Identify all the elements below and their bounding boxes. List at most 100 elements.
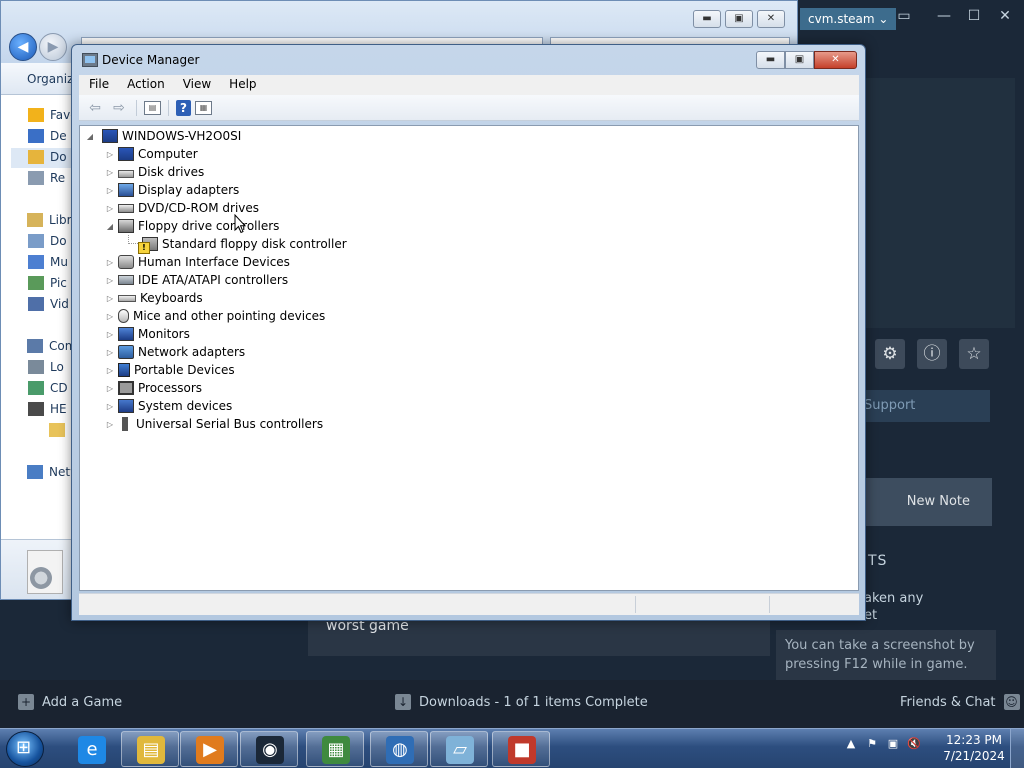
show-hidden-icons-icon[interactable]: ▲ <box>844 737 858 751</box>
start-button[interactable] <box>6 731 44 767</box>
menu-action[interactable]: Action <box>117 75 173 95</box>
taskbar-app-toolbox[interactable]: ■ <box>492 731 550 767</box>
action-center-flag-icon[interactable]: ⚑ <box>865 737 879 751</box>
tree-device[interactable]: Standard floppy disk controller <box>128 235 347 254</box>
sidebar-item[interactable]: Do <box>28 150 67 164</box>
taskbar-app-media-player[interactable]: ▶ <box>180 731 238 767</box>
sidebar-item[interactable]: CD <box>28 381 68 395</box>
sidebar-item[interactable]: Do <box>28 234 67 248</box>
collapse-arrow-icon[interactable]: ◢ <box>84 132 96 141</box>
tree-category[interactable]: ▷ Computer <box>104 145 198 163</box>
new-note-button[interactable]: New Note <box>862 478 992 526</box>
steam-username: cvm.steam <box>808 12 875 26</box>
sidebar-item[interactable]: Lo <box>28 360 64 374</box>
expand-arrow-icon[interactable]: ▷ <box>104 348 116 357</box>
network-icon[interactable]: ▣ <box>886 737 900 751</box>
tree-category-label: IDE ATA/ATAPI controllers <box>138 273 289 287</box>
support-button[interactable]: Support <box>862 390 990 422</box>
menu-help[interactable]: Help <box>219 75 264 95</box>
taskbar-app-file-explorer[interactable]: ▤ <box>121 731 179 767</box>
tree-category[interactable]: ▷ Mice and other pointing devices <box>104 307 325 325</box>
forward-arrow-icon[interactable]: ▶ <box>39 33 67 61</box>
info-icon[interactable]: ⓘ <box>917 339 947 369</box>
tree-category[interactable]: ▷ Keyboards <box>104 289 203 307</box>
taskbar-app-system-monitor[interactable]: ▦ <box>306 731 364 767</box>
taskbar-app-browser-globe[interactable]: ◍ <box>370 731 428 767</box>
expand-arrow-icon[interactable]: ▷ <box>104 150 116 159</box>
steam-minimize-button[interactable]: — <box>934 8 954 24</box>
maximize-button[interactable]: ▣ <box>785 51 814 69</box>
status-bar <box>79 593 859 615</box>
sidebar-item[interactable]: Re <box>28 171 65 185</box>
sidebar-item-label: Vid <box>50 297 69 311</box>
sidebar-item[interactable]: De <box>28 129 67 143</box>
steam-maximize-button[interactable]: ☐ <box>964 8 984 24</box>
tree-category[interactable]: ▷ Network adapters <box>104 343 245 361</box>
taskbar-app-internet-explorer[interactable]: e <box>62 731 120 767</box>
sidebar-item[interactable] <box>49 423 71 437</box>
tree-category-label: Computer <box>138 147 198 161</box>
explorer-close-button[interactable]: ✕ <box>757 10 785 28</box>
properties-icon[interactable]: ▦ <box>195 100 212 115</box>
tree-category[interactable]: ▷ Display adapters <box>104 181 239 199</box>
sidebar-item[interactable]: Com <box>27 339 76 353</box>
tree-category[interactable]: ▷ System devices <box>104 397 232 415</box>
expand-arrow-icon[interactable]: ▷ <box>104 402 116 411</box>
expand-arrow-icon[interactable]: ▷ <box>104 276 116 285</box>
steam-close-button[interactable]: ✕ <box>995 8 1015 24</box>
forward-arrow-icon[interactable]: ⇨ <box>109 99 129 117</box>
tree-category[interactable]: ◢ Floppy drive controllers <box>104 217 279 235</box>
minimize-button[interactable]: ▬ <box>756 51 785 69</box>
documents-icon <box>28 234 44 248</box>
help-icon[interactable]: ? <box>176 99 191 116</box>
expand-arrow-icon[interactable]: ▷ <box>104 204 116 213</box>
explorer-minimize-button[interactable]: ▬ <box>693 10 721 28</box>
menu-file[interactable]: File <box>79 75 117 95</box>
sidebar-item[interactable]: HE <box>28 402 67 416</box>
friends-chat-button[interactable]: Friends & Chat ☺ <box>900 694 1020 710</box>
expand-arrow-icon[interactable]: ▷ <box>104 420 116 429</box>
expand-arrow-icon[interactable]: ▷ <box>104 186 116 195</box>
tree-category[interactable]: ▷ Disk drives <box>104 163 204 181</box>
volume-muted-icon[interactable]: 🔇 <box>907 737 921 751</box>
clock[interactable]: 12:23 PM 7/21/2024 <box>942 732 1006 764</box>
screenshots-empty-text: aken any et <box>864 590 984 624</box>
downloads-status[interactable]: ↓ Downloads - 1 of 1 items Complete <box>395 694 648 710</box>
sidebar-item[interactable]: Pic <box>28 276 67 290</box>
back-arrow-icon[interactable]: ◀ <box>9 33 37 61</box>
add-game-button[interactable]: + Add a Game <box>18 694 122 710</box>
tree-root[interactable]: ◢ WINDOWS-VH2O0SI <box>84 127 241 145</box>
tree-category[interactable]: ▷ Monitors <box>104 325 190 343</box>
tree-category[interactable]: ▷ Processors <box>104 379 202 397</box>
star-icon[interactable]: ☆ <box>959 339 989 369</box>
tree-category[interactable]: ▷ IDE ATA/ATAPI controllers <box>104 271 288 289</box>
steam-account-menu[interactable]: cvm.steam ⌄ <box>800 8 897 30</box>
sidebar-item[interactable]: Vid <box>28 297 69 311</box>
back-arrow-icon[interactable]: ⇦ <box>85 99 105 117</box>
expand-arrow-icon[interactable]: ▷ <box>104 258 116 267</box>
steam-bottom-bar: + Add a Game ↓ Downloads - 1 of 1 items … <box>0 680 1024 728</box>
show-hide-console-tree-icon[interactable]: ▤ <box>144 100 161 115</box>
gear-icon[interactable]: ⚙ <box>875 339 905 369</box>
expand-arrow-icon[interactable]: ▷ <box>104 168 116 177</box>
expand-arrow-icon[interactable]: ▷ <box>104 294 116 303</box>
tree-category[interactable]: ▷ Universal Serial Bus controllers <box>104 415 323 433</box>
expand-arrow-icon[interactable]: ▷ <box>104 312 116 321</box>
collapse-arrow-icon[interactable]: ◢ <box>104 222 116 231</box>
sidebar-item-label: Re <box>50 171 66 185</box>
sidebar-item[interactable]: Mu <box>28 255 68 269</box>
expand-arrow-icon[interactable]: ▷ <box>104 366 116 375</box>
device-manager-titlebar[interactable]: Device Manager ▬ ▣ ✕ <box>72 45 865 75</box>
expand-arrow-icon[interactable]: ▷ <box>104 330 116 339</box>
big-picture-icon[interactable]: ▭ <box>894 8 914 24</box>
close-button[interactable]: ✕ <box>814 51 857 69</box>
taskbar-app-steam[interactable]: ◉ <box>240 731 298 767</box>
tree-category[interactable]: ▷ Portable Devices <box>104 361 235 379</box>
taskbar-app-notepad[interactable]: ▱ <box>430 731 488 767</box>
explorer-maximize-button[interactable]: ▣ <box>725 10 753 28</box>
sidebar-item-label: HE <box>50 402 67 416</box>
expand-arrow-icon[interactable]: ▷ <box>104 384 116 393</box>
menu-view[interactable]: View <box>173 75 219 95</box>
show-desktop-button[interactable] <box>1010 729 1024 768</box>
tree-category[interactable]: ▷ Human Interface Devices <box>104 253 290 271</box>
